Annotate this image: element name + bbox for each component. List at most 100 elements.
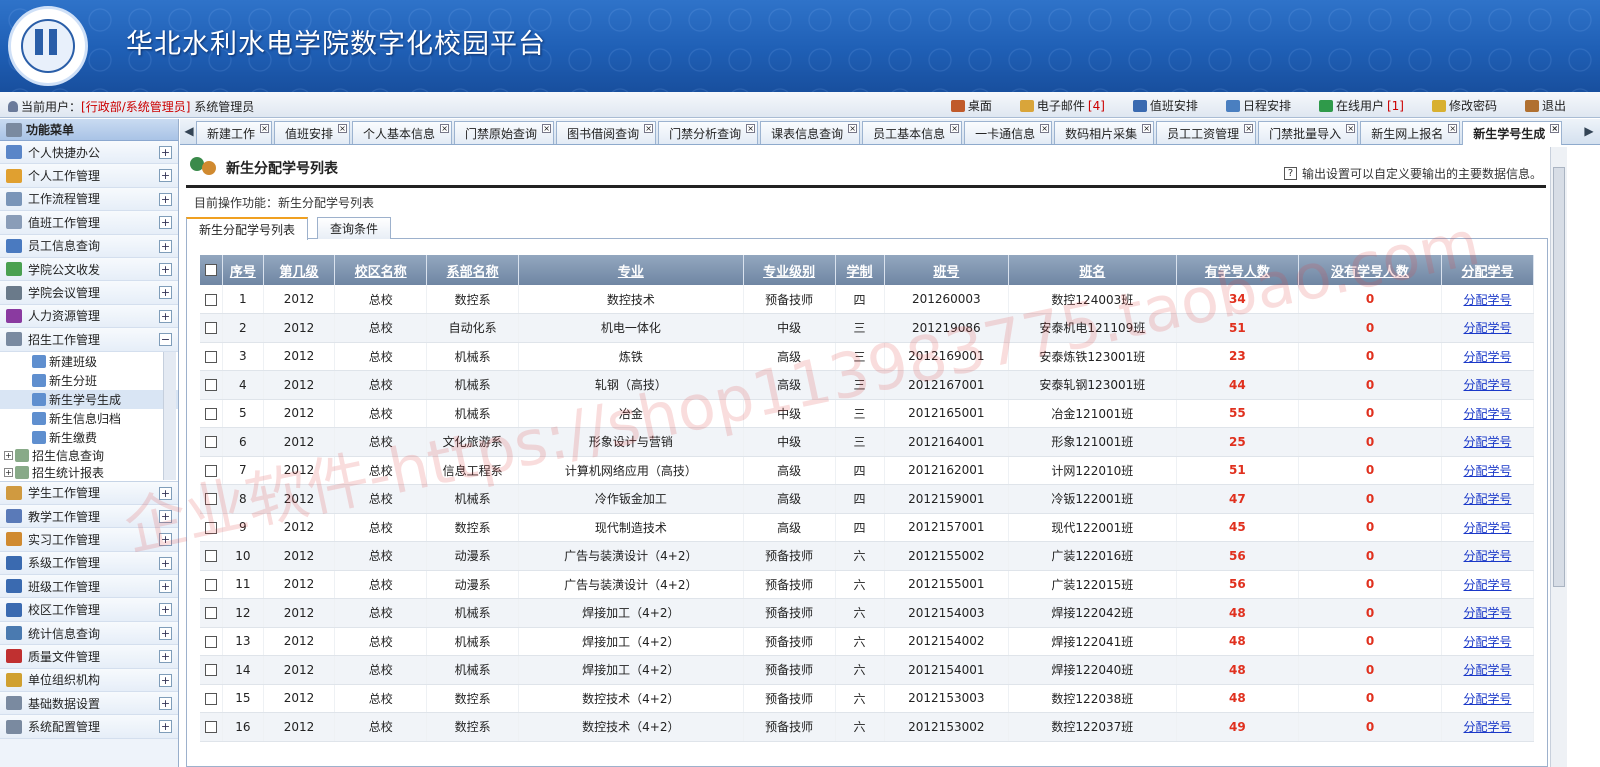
row-select-cell[interactable] bbox=[200, 285, 223, 314]
row-select-cell[interactable] bbox=[200, 541, 223, 571]
expand-icon[interactable]: + bbox=[159, 309, 172, 323]
topnav-item[interactable]: 在线用户 [1] bbox=[1305, 97, 1418, 114]
help-icon[interactable]: ? bbox=[1283, 167, 1297, 180]
row-checkbox[interactable] bbox=[204, 635, 217, 648]
row-checkbox[interactable] bbox=[204, 379, 217, 392]
column-header[interactable]: 学制 bbox=[835, 255, 885, 285]
column-header[interactable]: 专业 bbox=[518, 255, 744, 285]
tab[interactable]: 图书借阅查询 × bbox=[556, 121, 657, 144]
row-checkbox[interactable] bbox=[204, 607, 217, 620]
topnav-item[interactable]: 修改密码 bbox=[1418, 97, 1511, 114]
row-select-cell[interactable] bbox=[200, 427, 223, 457]
row-select-cell[interactable] bbox=[200, 598, 223, 628]
close-icon[interactable]: × bbox=[950, 124, 960, 133]
tab[interactable]: 门禁原始查询 × bbox=[454, 121, 555, 144]
submenu-scrollbar[interactable] bbox=[163, 351, 176, 480]
tab[interactable]: 门禁分析查询 × bbox=[658, 121, 759, 144]
row-select-cell[interactable] bbox=[200, 513, 223, 542]
tab[interactable]: 课表信息查询 × bbox=[760, 121, 861, 144]
sidebar-item[interactable]: 学生工作管理 + bbox=[0, 481, 178, 505]
row-checkbox[interactable] bbox=[204, 550, 217, 563]
assign-id-link[interactable]: 分配学号 bbox=[1464, 435, 1512, 449]
tab[interactable]: 数码相片采集 × bbox=[1054, 121, 1155, 144]
assign-id-link[interactable]: 分配学号 bbox=[1464, 635, 1512, 649]
sidebar-item[interactable]: 个人工作管理 + bbox=[0, 164, 178, 188]
column-header[interactable]: 班号 bbox=[884, 255, 1010, 285]
sidebar-item[interactable]: 招生工作管理 − bbox=[0, 328, 178, 352]
expand-icon[interactable]: + bbox=[159, 509, 172, 523]
sidebar-item[interactable]: 班级工作管理 + bbox=[0, 575, 178, 599]
close-icon[interactable]: × bbox=[542, 124, 552, 133]
row-checkbox[interactable] bbox=[204, 350, 217, 363]
expand-icon[interactable]: + bbox=[159, 486, 172, 500]
expand-icon[interactable]: + bbox=[159, 239, 172, 253]
close-icon[interactable]: × bbox=[1346, 124, 1356, 133]
assign-id-link[interactable]: 分配学号 bbox=[1464, 293, 1512, 307]
assign-id-link[interactable]: 分配学号 bbox=[1464, 521, 1512, 535]
column-header[interactable]: 序号 bbox=[222, 255, 264, 285]
expand-icon[interactable]: + bbox=[159, 286, 172, 300]
close-icon[interactable]: × bbox=[1448, 124, 1458, 133]
expand-icon[interactable]: + bbox=[159, 169, 172, 183]
row-select-cell[interactable] bbox=[200, 370, 223, 400]
column-header[interactable]: 班名 bbox=[1008, 255, 1177, 285]
expand-icon[interactable]: + bbox=[159, 192, 172, 206]
tab[interactable]: 员工基本信息 × bbox=[862, 121, 963, 144]
column-header[interactable]: 没有学号人数 bbox=[1298, 255, 1443, 285]
submenu-item[interactable]: 新生分班 bbox=[0, 371, 178, 390]
row-checkbox[interactable] bbox=[204, 322, 217, 335]
row-select-cell[interactable] bbox=[200, 342, 223, 371]
expand-icon[interactable]: + bbox=[159, 603, 172, 617]
expand-icon[interactable]: + bbox=[159, 216, 172, 230]
row-checkbox[interactable] bbox=[204, 293, 217, 306]
close-icon[interactable]: × bbox=[1550, 124, 1560, 133]
tab[interactable]: 新建工作 × bbox=[196, 121, 273, 144]
tab-scroll-right-icon[interactable]: ▶ bbox=[1582, 124, 1596, 138]
row-checkbox[interactable] bbox=[204, 493, 217, 506]
sidebar-item[interactable]: 质量文件管理 + bbox=[0, 645, 178, 669]
close-icon[interactable]: × bbox=[848, 124, 858, 133]
assign-id-link[interactable]: 分配学号 bbox=[1464, 464, 1512, 478]
sidebar-item[interactable]: 值班工作管理 + bbox=[0, 211, 178, 235]
sidebar-item[interactable]: 学院会议管理 + bbox=[0, 281, 178, 305]
tree-expand-icon[interactable]: + bbox=[4, 450, 13, 460]
expand-icon[interactable]: + bbox=[159, 673, 172, 687]
column-header[interactable]: 系部名称 bbox=[426, 255, 520, 285]
tree-item[interactable]: + 招生统计报表 bbox=[0, 464, 178, 481]
row-select-cell[interactable] bbox=[200, 484, 223, 514]
subtab-query[interactable]: 查询条件 bbox=[317, 217, 392, 239]
sidebar-item[interactable]: 统计信息查询 + bbox=[0, 621, 178, 646]
expand-icon[interactable]: + bbox=[159, 262, 172, 276]
row-checkbox[interactable] bbox=[204, 436, 217, 449]
sidebar-item[interactable]: 学院公文收发 + bbox=[0, 257, 178, 282]
row-checkbox[interactable] bbox=[204, 521, 217, 534]
row-select-cell[interactable] bbox=[200, 684, 223, 713]
row-checkbox[interactable] bbox=[204, 464, 217, 477]
select-all-header[interactable] bbox=[200, 255, 223, 285]
row-select-cell[interactable] bbox=[200, 627, 223, 656]
expand-icon[interactable]: + bbox=[159, 626, 172, 640]
sidebar-item[interactable]: 员工信息查询 + bbox=[0, 234, 178, 258]
row-checkbox[interactable] bbox=[204, 578, 217, 591]
close-icon[interactable]: × bbox=[1142, 124, 1152, 133]
submenu-item[interactable]: 新生学号生成 bbox=[0, 389, 178, 409]
sidebar-item[interactable]: 个人快捷办公 + bbox=[0, 141, 178, 165]
current-user-role[interactable]: [行政部/系统管理员] bbox=[81, 100, 190, 114]
expand-icon[interactable]: + bbox=[159, 533, 172, 547]
row-select-cell[interactable] bbox=[200, 712, 223, 742]
submenu-item[interactable]: 新建班级 bbox=[0, 352, 178, 371]
column-header[interactable]: 有学号人数 bbox=[1176, 255, 1300, 285]
subtab-list[interactable]: 新生分配学号列表 bbox=[186, 217, 309, 240]
topnav-item[interactable]: 日程安排 bbox=[1212, 97, 1305, 114]
expand-icon[interactable]: + bbox=[159, 146, 172, 159]
row-select-cell[interactable] bbox=[200, 313, 223, 343]
assign-id-link[interactable]: 分配学号 bbox=[1464, 549, 1512, 563]
sidebar-item[interactable]: 单位组织机构 + bbox=[0, 668, 178, 693]
assign-id-link[interactable]: 分配学号 bbox=[1464, 720, 1512, 734]
topnav-item[interactable]: 桌面 bbox=[937, 97, 1006, 114]
assign-id-link[interactable]: 分配学号 bbox=[1464, 492, 1512, 506]
expand-icon[interactable]: + bbox=[159, 580, 172, 594]
tab[interactable]: 值班安排 × bbox=[274, 121, 351, 144]
tab[interactable]: 一卡通信息 × bbox=[964, 121, 1053, 144]
column-header[interactable]: 校区名称 bbox=[334, 255, 428, 285]
